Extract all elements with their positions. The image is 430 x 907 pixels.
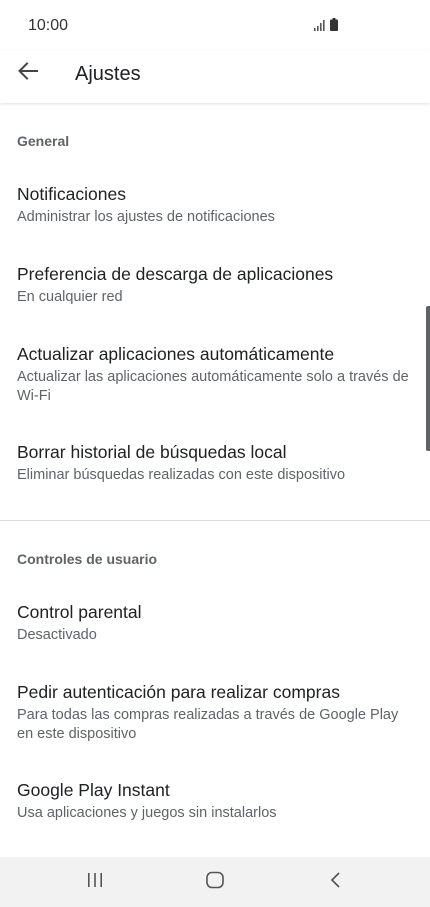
setting-title: Control parental (17, 602, 142, 622)
home-button[interactable] (195, 867, 235, 897)
arrow-left-icon (18, 61, 38, 85)
section-divider (0, 520, 430, 521)
home-icon (205, 871, 225, 894)
recents-button[interactable] (75, 867, 115, 897)
setting-title: Google Play Instant (17, 780, 170, 800)
section-header-user-controls: Controles de usuario (17, 551, 158, 567)
app-bar: Ajustes (0, 50, 430, 103)
setting-title: Pedir autenticación para realizar compra… (17, 682, 340, 702)
section-header-general: General (17, 133, 70, 149)
status-icons (314, 18, 338, 36)
setting-subtitle: Desactivado (17, 627, 97, 643)
setting-title: Preferencia de descarga de aplicaciones (17, 264, 334, 284)
setting-title: Borrar historial de búsquedas local (17, 442, 287, 462)
back-button[interactable] (14, 59, 42, 87)
setting-parental-control[interactable]: Control parental Desactivado (0, 598, 430, 670)
setting-clear-search-history[interactable]: Borrar historial de búsquedas local Elim… (0, 438, 430, 510)
setting-subtitle: Actualizar las aplicaciones automáticame… (17, 369, 409, 404)
recents-icon (86, 872, 104, 893)
setting-purchase-authentication[interactable]: Pedir autenticación para realizar compra… (0, 678, 430, 768)
setting-notifications[interactable]: Notificaciones Administrar los ajustes d… (0, 180, 430, 252)
setting-title: Actualizar aplicaciones automáticamente (17, 344, 335, 364)
setting-subtitle: Para todas las compras realizadas a trav… (17, 707, 399, 742)
setting-subtitle: Eliminar búsquedas realizadas con este d… (17, 467, 346, 483)
nav-back-button[interactable] (316, 867, 356, 897)
signal-icon (314, 18, 326, 36)
setting-subtitle: En cualquier red (17, 289, 123, 305)
setting-title: Notificaciones (17, 184, 126, 204)
setting-download-preference[interactable]: Preferencia de descarga de aplicaciones … (0, 260, 430, 332)
system-nav-bar (0, 857, 430, 907)
status-time: 10:00 (28, 17, 69, 34)
scrollbar[interactable] (426, 306, 430, 451)
setting-auto-update[interactable]: Actualizar aplicaciones automáticamente … (0, 340, 430, 430)
battery-icon (330, 18, 338, 36)
status-bar: 10:00 (0, 0, 430, 50)
setting-subtitle: Usa aplicaciones y juegos sin instalarlo… (17, 805, 277, 821)
setting-subtitle: Administrar los ajustes de notificacione… (17, 209, 275, 225)
back-icon (329, 871, 343, 894)
setting-google-play-instant[interactable]: Google Play Instant Usa aplicaciones y j… (0, 776, 430, 848)
page-title: Ajustes (75, 63, 141, 85)
